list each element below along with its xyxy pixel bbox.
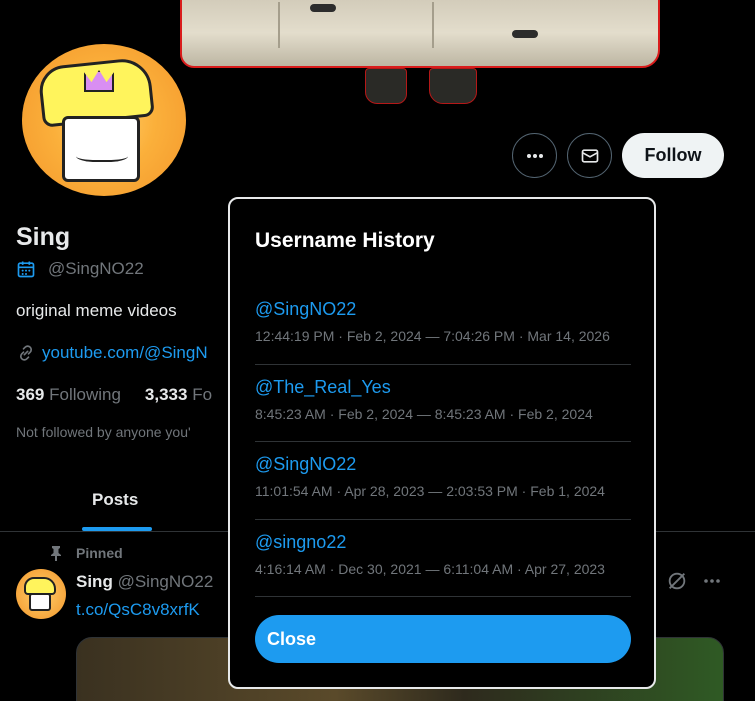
link-icon [19, 345, 33, 361]
handle-row: @SingNO22 [16, 259, 144, 279]
more-button[interactable] [512, 133, 557, 178]
envelope-icon [581, 148, 598, 163]
history-username[interactable]: @SingNO22 [255, 299, 631, 320]
profile-link[interactable]: youtube.com/@SingN [42, 343, 208, 363]
profile-handle: @SingNO22 [48, 259, 144, 278]
history-date-range: 8:45:23 AM · Feb 2, 2024 — 8:45:23 AM · … [255, 405, 593, 422]
followers-count: 3,333 [144, 385, 188, 404]
profile-bio: original meme videos [16, 301, 177, 320]
history-date-range: 11:01:54 AM · Apr 28, 2023 — 2:03:53 PM … [255, 483, 605, 499]
list-item: @SingNO22 11:01:54 AM · Apr 28, 2023 — 2… [255, 442, 631, 520]
history-date-range: 4:16:14 AM · Dec 30, 2021 — 6:11:04 AM ·… [255, 560, 605, 577]
post-more-icon[interactable] [702, 571, 722, 591]
pinned-label: Pinned [76, 545, 123, 561]
followers-stat[interactable]: 3,333 Fo [145, 385, 212, 405]
history-username[interactable]: @The_Real_Yes [255, 377, 631, 398]
banner-image [180, 0, 660, 68]
calendar-icon [17, 261, 35, 278]
modal-title: Username History [255, 229, 435, 252]
post-author[interactable]: Sing [76, 572, 113, 591]
followers-label: Fo [192, 385, 213, 404]
profile-name: Sing [16, 223, 71, 251]
message-button[interactable] [567, 133, 612, 178]
grok-icon[interactable] [666, 570, 688, 592]
history-date-range: 12:44:19 PM · Feb 2, 2024 — 7:04:26 PM ·… [255, 328, 610, 344]
profile-stats: 369 Following 3,333 Fo [16, 385, 212, 405]
post-handle[interactable]: @SingNO22 [118, 572, 214, 591]
profile-avatar[interactable] [18, 40, 190, 200]
following-label: Following [49, 385, 121, 404]
post-header: Sing @SingNO22 [76, 572, 213, 592]
following-stat[interactable]: 369 Following [16, 385, 121, 405]
history-username[interactable]: @singno22 [255, 532, 631, 553]
history-username[interactable]: @SingNO22 [255, 454, 631, 475]
list-item: @SingNO22 12:44:19 PM · Feb 2, 2024 — 7:… [255, 287, 631, 365]
list-item: @The_Real_Yes 8:45:23 AM · Feb 2, 2024 —… [255, 365, 631, 442]
post-link[interactable]: t.co/QsC8v8xrfK [76, 600, 200, 620]
post-avatar[interactable] [16, 569, 66, 619]
pin-icon [51, 546, 61, 561]
follow-button[interactable]: Follow [622, 133, 724, 178]
post-actions [666, 570, 722, 592]
more-dots-icon [526, 153, 543, 158]
profile-link-row[interactable]: youtube.com/@SingN [16, 343, 208, 363]
username-history-list: @SingNO22 12:44:19 PM · Feb 2, 2024 — 7:… [255, 287, 631, 597]
username-history-modal: Username History @SingNO22 12:44:19 PM ·… [228, 197, 656, 689]
banner-image-legs [345, 68, 495, 104]
tab-posts[interactable]: Posts [92, 490, 138, 510]
following-count: 369 [16, 385, 45, 404]
close-button[interactable]: Close [255, 615, 631, 663]
pinned-indicator: Pinned [50, 545, 123, 561]
followed-by-text: Not followed by anyone you' [16, 424, 191, 440]
list-item: @singno22 4:16:14 AM · Dec 30, 2021 — 6:… [255, 520, 631, 597]
